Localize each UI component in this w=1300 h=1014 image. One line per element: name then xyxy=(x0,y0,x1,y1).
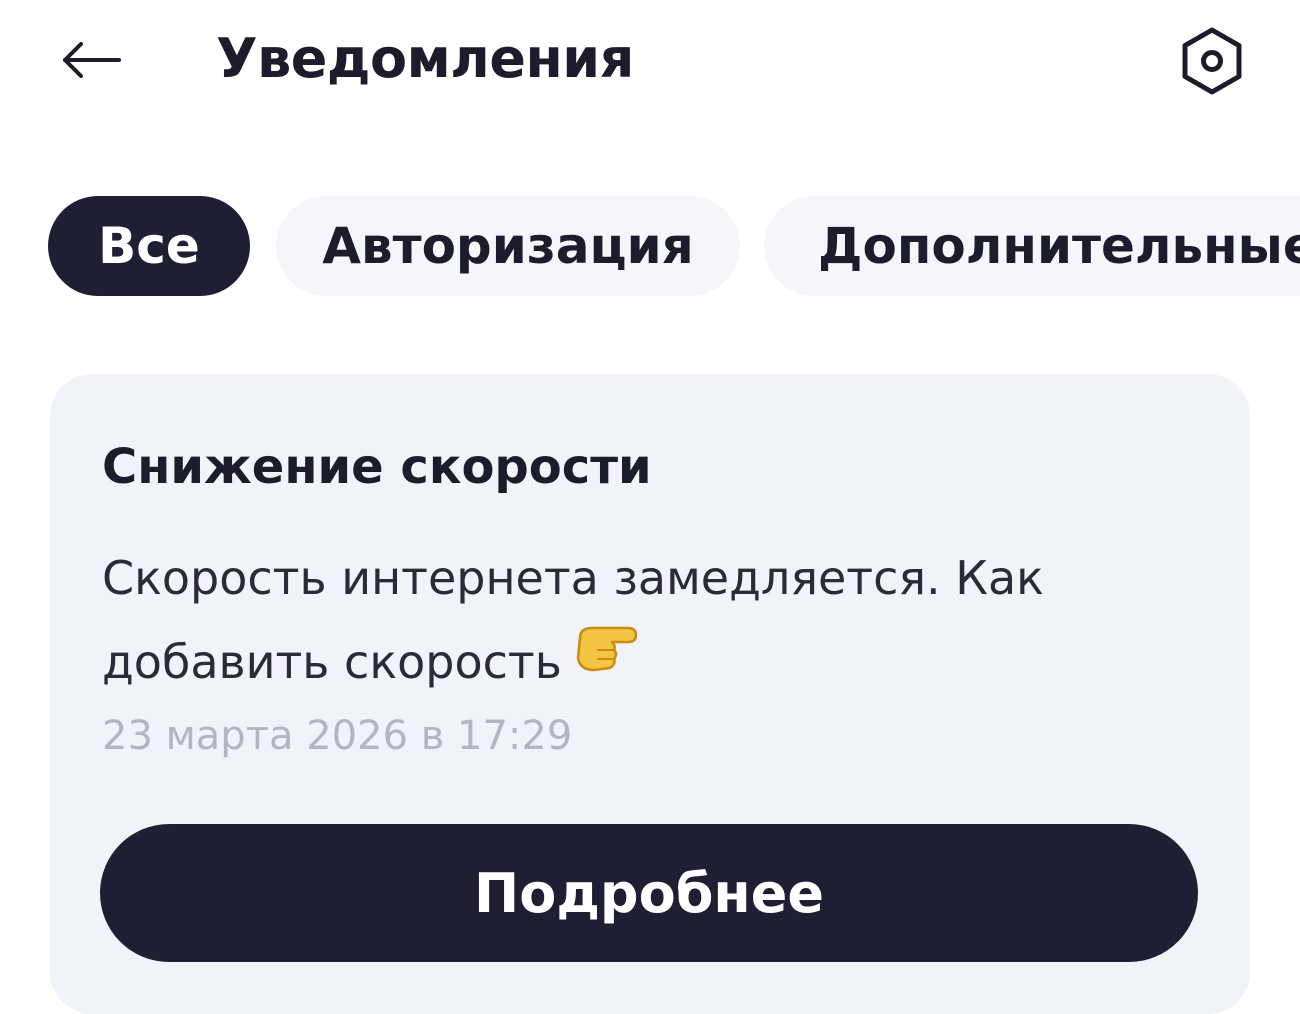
details-button[interactable]: Подробнее xyxy=(100,824,1198,962)
app-header: Уведомления xyxy=(0,0,1300,120)
arrow-left-icon xyxy=(63,42,121,78)
filter-tabs: Все Авторизация Дополнительные xyxy=(0,196,1300,298)
tab-additional[interactable]: Дополнительные xyxy=(764,196,1300,296)
notification-card: Снижение скорости Скорость интернета зам… xyxy=(50,374,1250,1014)
back-button[interactable] xyxy=(50,25,130,95)
notification-title: Снижение скорости xyxy=(102,439,652,495)
tab-authorization[interactable]: Авторизация xyxy=(276,196,740,296)
notification-body: Скорость интернета замедляется. Как доба… xyxy=(102,536,1182,710)
notification-date: 23 марта 2026 в 17:29 xyxy=(102,713,573,759)
pointing-right-hand-icon xyxy=(572,616,642,704)
hex-settings-icon xyxy=(1182,27,1242,95)
settings-button[interactable] xyxy=(1172,23,1252,99)
tab-all[interactable]: Все xyxy=(48,196,250,296)
page-title: Уведомления xyxy=(216,27,634,90)
